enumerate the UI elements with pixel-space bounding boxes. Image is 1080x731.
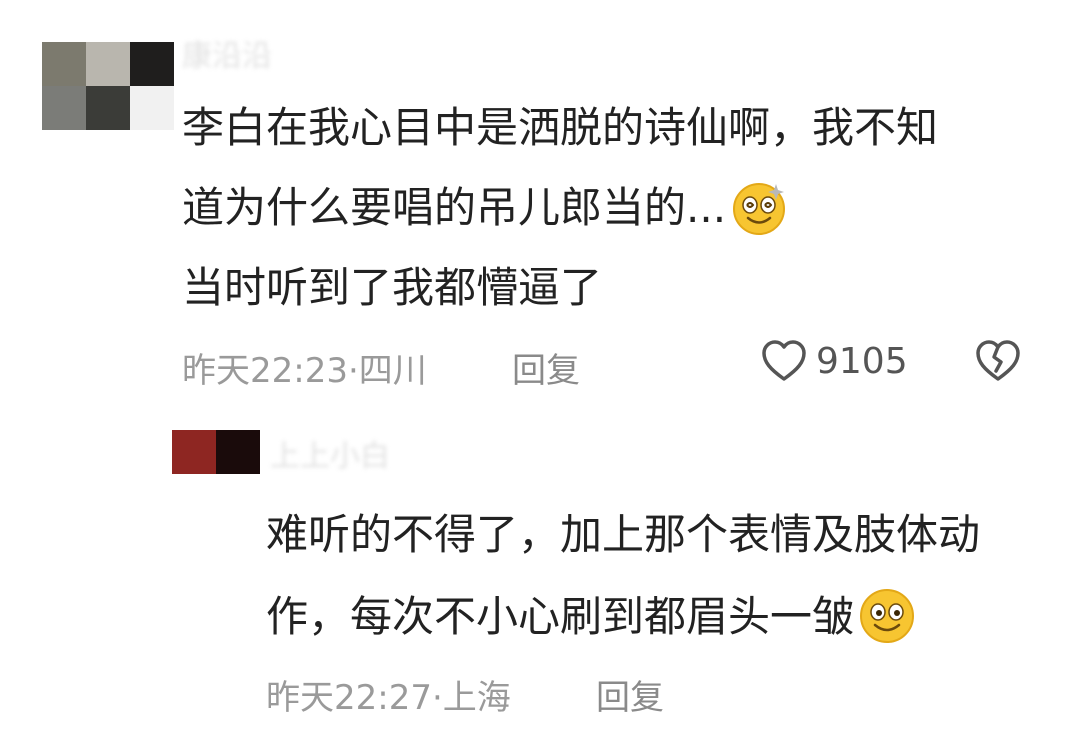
smile-emoji-icon — [858, 587, 916, 645]
comment-location: 上海 — [442, 678, 511, 718]
avatar[interactable] — [42, 42, 174, 130]
comment-line: 当时听到了我都懵逼了 — [182, 263, 603, 312]
comment-line-text: 作，每次不小心刷到都眉头一皱 — [266, 592, 855, 641]
comment-username[interactable]: 上上小白 — [270, 440, 390, 472]
comment-location: 四川 — [358, 351, 427, 391]
comment-text: 李白在我心目中是洒脱的诗仙啊，我不知 道为什么要唱的吊儿郎当的... 当时听到了… — [182, 88, 938, 328]
comment-meta: 昨天22:27 · 上海 — [266, 670, 511, 719]
comment-line: 道为什么要唱的吊儿郎当的... — [182, 168, 938, 248]
avatar-mosaic-cell — [86, 86, 130, 130]
reply-button[interactable]: 回复 — [512, 343, 580, 392]
comment-line: 作，每次不小心刷到都眉头一皱 — [266, 576, 980, 658]
avatar-mosaic-cell — [130, 86, 174, 130]
avatar-mosaic-cell — [216, 430, 260, 474]
comment-line: 李白在我心目中是洒脱的诗仙啊，我不知 — [182, 103, 939, 152]
dizzy-smile-emoji-icon — [730, 178, 788, 236]
reply-button[interactable]: 回复 — [596, 670, 664, 719]
like-button[interactable]: 9105 — [760, 338, 908, 384]
avatar-mosaic-cell — [42, 86, 86, 130]
avatar[interactable] — [172, 430, 260, 474]
meta-separator: · — [431, 678, 443, 718]
avatar-mosaic-cell — [86, 42, 130, 86]
broken-heart-icon[interactable] — [974, 338, 1022, 384]
heart-outline-icon[interactable] — [760, 338, 808, 384]
comment-meta: 昨天22:23 · 四川 — [182, 343, 427, 392]
comment-time: 昨天22:23 — [182, 351, 348, 391]
comment-time: 昨天22:27 — [266, 678, 432, 718]
like-count: 9105 — [816, 340, 908, 382]
comment-username[interactable]: 康沿沿 — [182, 40, 272, 72]
comment-line: 难听的不得了，加上那个表情及肢体动 — [266, 510, 981, 559]
comment-text: 难听的不得了，加上那个表情及肢体动 作，每次不小心刷到都眉头一皱 — [266, 494, 980, 658]
avatar-mosaic-cell — [172, 430, 216, 474]
meta-separator: · — [347, 351, 359, 391]
comment-line-text: 道为什么要唱的吊儿郎当的... — [182, 183, 727, 232]
avatar-mosaic-cell — [42, 42, 86, 86]
avatar-mosaic-cell — [130, 42, 174, 86]
